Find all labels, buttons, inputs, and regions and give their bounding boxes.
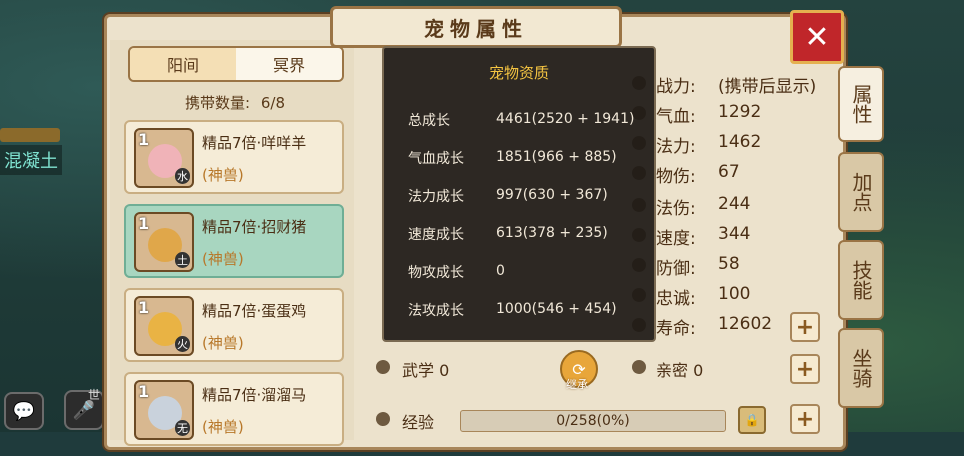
aptitude-value: 1851(966 + 885)	[496, 149, 617, 165]
inherit-label: 继承	[566, 378, 588, 391]
pet-item-sheep[interactable]: 1 水 精品7倍·咩咩羊 (神兽)	[124, 120, 344, 194]
chat-icon[interactable]: 💬	[4, 392, 44, 430]
stat-value: 67	[718, 162, 740, 182]
pet-tag: (神兽)	[202, 166, 244, 184]
martial-icon	[376, 360, 390, 374]
tab-label: 加点	[849, 172, 873, 212]
pet-avatar: 1 无	[134, 380, 194, 440]
aptitude-value: 613(378 + 235)	[496, 225, 608, 241]
tab-label: 坐骑	[849, 348, 873, 388]
tab-label: 技能	[849, 260, 873, 300]
stat-value: 100	[718, 284, 751, 304]
add-exp-button[interactable]: +	[790, 404, 820, 434]
pet-avatar: 1 水	[134, 128, 194, 188]
aptitude-label: 气血成长	[408, 151, 464, 167]
aptitude-label: 法攻成长	[408, 303, 464, 319]
carry-count-label: 携带数量:	[185, 94, 251, 112]
background-signboard	[0, 128, 60, 142]
stat-label: 法伤:	[656, 199, 696, 219]
world-channel-label: 世	[88, 388, 101, 402]
martial-value: 0	[439, 361, 450, 380]
exp-label: 经验	[402, 413, 435, 432]
aptitude-label: 速度成长	[408, 227, 464, 243]
pet-name: 精品7倍·溜溜马	[202, 386, 307, 404]
stat-label: 防御:	[656, 259, 696, 279]
stat-label: 气血:	[656, 107, 696, 127]
stat-value: 344	[718, 224, 751, 244]
stat-label: 寿命:	[656, 319, 696, 339]
stat-label: 战力:	[656, 77, 696, 97]
pet-level: 1	[138, 130, 150, 149]
stat-value: 244	[718, 194, 751, 214]
stat-label: 速度:	[656, 229, 696, 249]
intimacy-row: 亲密 0	[656, 357, 703, 381]
exp-value: 0/258(0%)	[556, 413, 630, 429]
tab-skills[interactable]: 技能	[838, 240, 884, 320]
stat-value: (携带后显示)	[718, 77, 817, 97]
exp-progress-bar: 0/258(0%)	[460, 410, 726, 432]
tab-attributes[interactable]: 属性	[838, 66, 884, 142]
pet-name: 精品7倍·咩咩羊	[202, 134, 307, 152]
tab-add-points[interactable]: 加点	[838, 152, 884, 232]
pet-avatar: 1 火	[134, 296, 194, 356]
stat-label: 物伤:	[656, 167, 696, 187]
tab-mount[interactable]: 坐骑	[838, 328, 884, 408]
pet-level: 1	[138, 382, 150, 401]
element-badge: 土	[175, 252, 190, 268]
intimacy-icon	[632, 360, 646, 374]
pet-avatar: 1 土	[134, 212, 194, 272]
pet-name: 精品7倍·招财猪	[202, 218, 307, 236]
pet-tag: (神兽)	[202, 418, 244, 436]
aptitude-value: 1000(546 + 454)	[496, 301, 617, 317]
background-label: 混凝土	[0, 145, 62, 175]
carry-count: 携带数量: 6/8	[120, 92, 350, 113]
world-tabs: 阳间 冥界	[128, 46, 344, 82]
stat-value: 1462	[718, 132, 762, 152]
pet-item-chicken[interactable]: 1 火 精品7倍·蛋蛋鸡 (神兽)	[124, 288, 344, 362]
aptitude-label: 物攻成长	[408, 265, 464, 281]
popup-title: 宠物资质	[488, 64, 549, 82]
aptitude-label: 总成长	[408, 113, 450, 129]
carry-count-value: 6/8	[260, 94, 285, 112]
aptitude-value: 997(630 + 367)	[496, 187, 608, 203]
aptitude-value: 0	[496, 263, 505, 279]
close-button[interactable]: ✕	[790, 10, 844, 64]
tab-mingjie[interactable]: 冥界	[236, 48, 342, 80]
martial-row: 武学 0	[402, 357, 449, 381]
pet-tag: (神兽)	[202, 334, 244, 352]
stat-value: 1292	[718, 102, 762, 122]
tab-label: 属性	[849, 84, 873, 124]
pet-tag: (神兽)	[202, 250, 244, 268]
aptitude-value: 4461(2520 + 1941)	[496, 111, 635, 127]
intimacy-value: 0	[693, 361, 704, 380]
exp-icon	[376, 412, 390, 426]
add-lifespan-button[interactable]: +	[790, 312, 820, 342]
pet-aptitude-popup: 宠物资质 总成长 4461(2520 + 1941) 气血成长 1851(966…	[382, 46, 656, 342]
element-badge: 水	[175, 168, 190, 184]
stat-label: 法力:	[656, 137, 696, 157]
element-badge: 火	[175, 336, 190, 352]
tab-yangjian[interactable]: 阳间	[130, 48, 236, 80]
stat-value: 58	[718, 254, 740, 274]
stat-value: 12602	[718, 314, 773, 334]
page-title: 宠物属性	[330, 6, 622, 48]
aptitude-label: 法力成长	[408, 189, 464, 205]
element-badge: 无	[175, 420, 190, 436]
stat-label: 忠诚:	[656, 289, 696, 309]
add-intimacy-button[interactable]: +	[790, 354, 820, 384]
intimacy-label: 亲密	[656, 361, 689, 380]
pet-name: 精品7倍·蛋蛋鸡	[202, 302, 307, 320]
lock-icon[interactable]: 🔒	[738, 406, 766, 434]
martial-label: 武学	[402, 361, 435, 380]
pet-level: 1	[138, 298, 150, 317]
pet-item-pig[interactable]: 1 土 精品7倍·招财猪 (神兽)	[124, 204, 344, 278]
pet-item-horse[interactable]: 1 无 精品7倍·溜溜马 (神兽)	[124, 372, 344, 446]
pet-list: 1 水 精品7倍·咩咩羊 (神兽) 1 土 精品7倍·招财猪 (神兽) 1 火 …	[124, 120, 344, 456]
pet-level: 1	[138, 214, 150, 233]
